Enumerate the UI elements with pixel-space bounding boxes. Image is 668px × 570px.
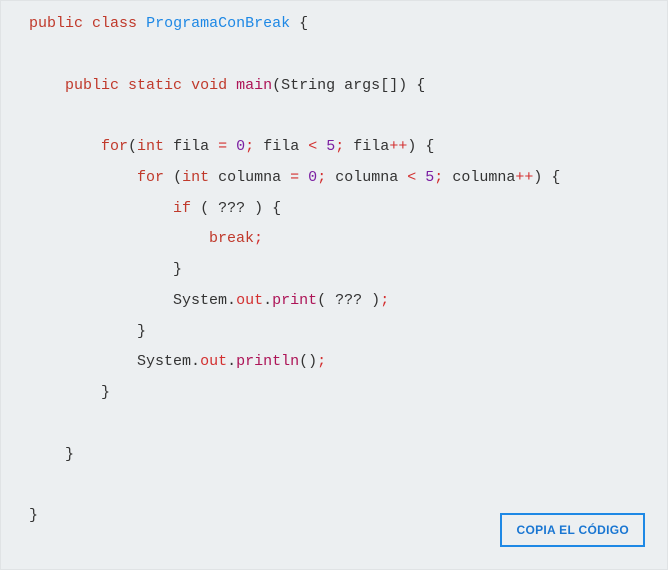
- kw-public: public: [65, 77, 119, 94]
- placeholder: ???: [218, 200, 245, 217]
- kw-static: static: [128, 77, 182, 94]
- fn-println: println: [236, 353, 299, 370]
- fn-main: main: [236, 77, 272, 94]
- kw-int: int: [137, 138, 164, 155]
- kw-int: int: [182, 169, 209, 186]
- kw-class: class: [92, 15, 137, 32]
- kw-for: for: [137, 169, 164, 186]
- kw-void: void: [191, 77, 227, 94]
- kw-public: public: [29, 15, 83, 32]
- kw-for: for: [101, 138, 128, 155]
- copy-code-button[interactable]: COPIA EL CÓDIGO: [500, 513, 645, 547]
- kw-break: break: [209, 230, 254, 247]
- code-block: public class ProgramaConBreak { public s…: [29, 9, 647, 532]
- placeholder: ???: [335, 292, 362, 309]
- kw-if: if: [173, 200, 191, 217]
- fn-print: print: [272, 292, 317, 309]
- class-name: ProgramaConBreak: [146, 15, 290, 32]
